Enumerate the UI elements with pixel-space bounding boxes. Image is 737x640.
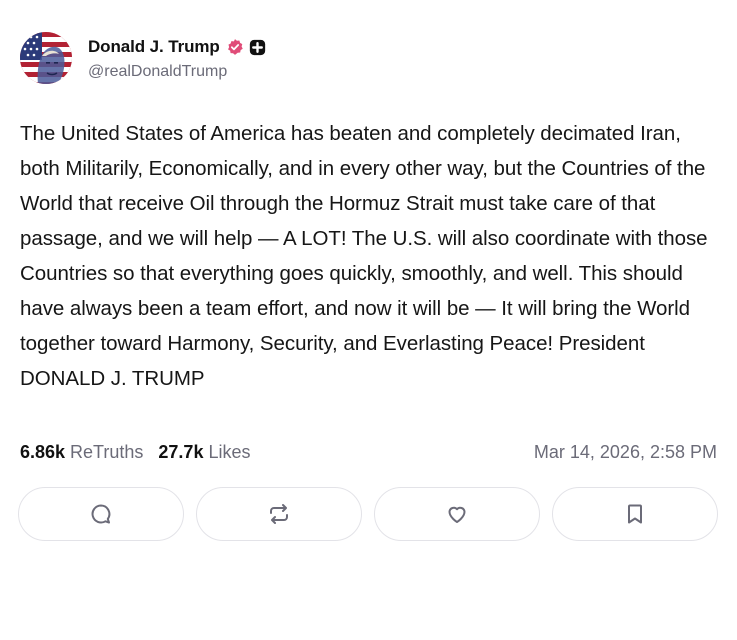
repost-icon [270, 504, 288, 524]
like-button[interactable] [374, 487, 540, 541]
verified-badge-icon [226, 38, 244, 56]
display-name[interactable]: Donald J. Trump [88, 37, 220, 57]
bookmark-button[interactable] [552, 487, 718, 541]
avatar[interactable] [20, 32, 72, 84]
truth-plus-icon [249, 39, 266, 56]
heart-icon [448, 506, 466, 523]
author-names: Donald J. Trump @realDonaldTrump [88, 35, 266, 81]
comment-icon [91, 504, 111, 524]
name-row: Donald J. Trump [88, 35, 266, 59]
reply-button[interactable] [18, 487, 184, 541]
action-bar [18, 487, 718, 541]
likes-label[interactable]: Likes [208, 442, 250, 463]
likes-count[interactable]: 27.7k [158, 442, 203, 463]
user-handle[interactable]: @realDonaldTrump [88, 63, 266, 81]
post-header: Donald J. Trump @realDonaldTrump [20, 32, 266, 84]
retruth-button[interactable] [196, 487, 362, 541]
bookmark-icon [628, 504, 642, 524]
retruths-count[interactable]: 6.86k [20, 442, 65, 463]
retruths-label[interactable]: ReTruths [70, 442, 143, 463]
post-timestamp[interactable]: Mar 14, 2026, 2:58 PM [534, 442, 717, 463]
post-stats: 6.86k ReTruths 27.7k Likes Mar 14, 2026,… [20, 442, 717, 463]
truth-post: Donald J. Trump @realDonaldTrump The Uni… [0, 0, 737, 640]
post-text: The United States of America has beaten … [20, 122, 708, 390]
